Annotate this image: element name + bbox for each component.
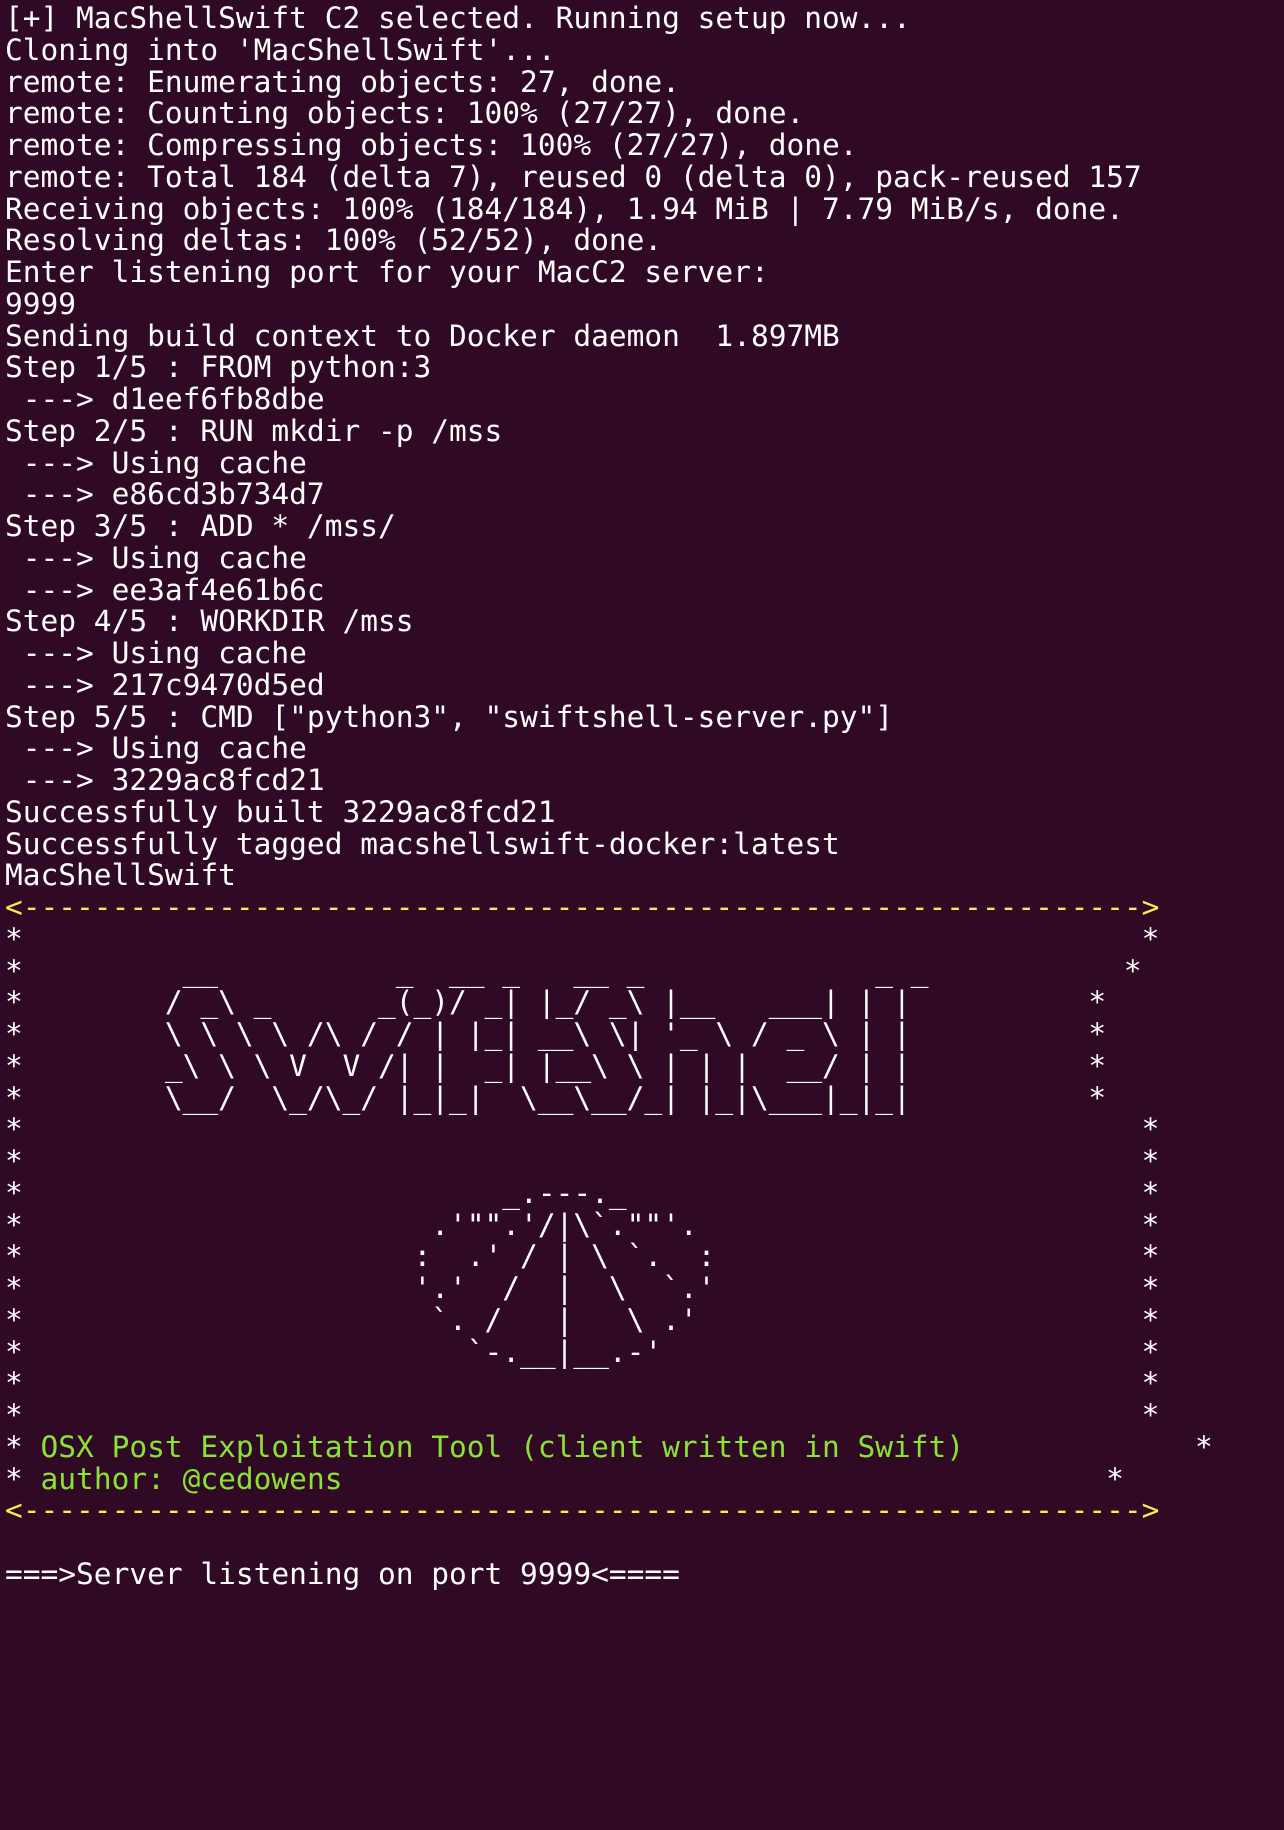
banner-border-bottom: <---------------------------------------… [5,1493,1160,1528]
banner-star: * [1106,1461,1124,1496]
terminal-window[interactable]: [+] MacShellSwift C2 selected. Running s… [0,0,1284,1830]
banner-star: * [1194,1429,1213,1464]
output-line: Enter listening port for your MacC2 serv… [5,255,769,289]
banner-author-text: author: @cedowens [40,1461,343,1496]
banner-description-text: OSX Post Exploitation Tool (client writt… [40,1429,965,1464]
banner-star: * [5,1461,23,1496]
banner-padding [964,1430,1195,1464]
server-status-line: ===>Server listening on port 9999<==== [5,1556,680,1591]
banner-star: * [5,1429,23,1464]
banner-padding [342,1462,1106,1496]
